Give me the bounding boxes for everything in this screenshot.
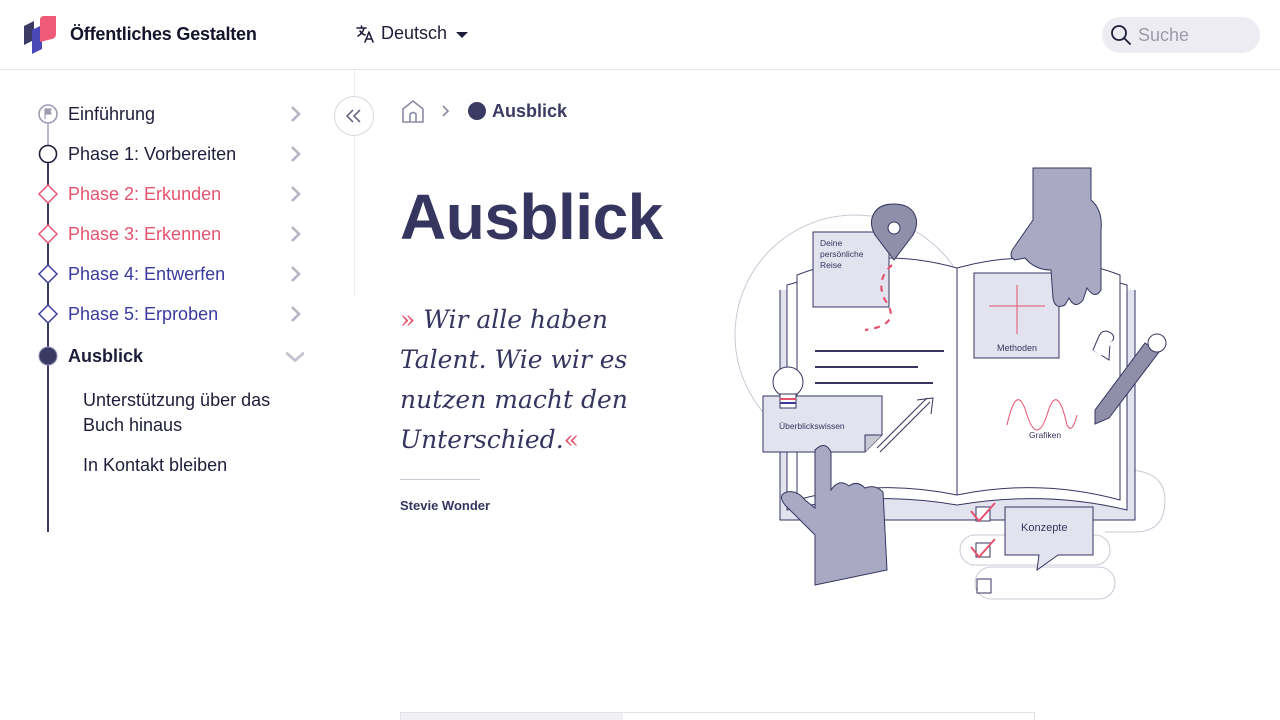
sidebar-item-label: Phase 2: Erkunden xyxy=(68,183,222,204)
concepts-label: Konzepte xyxy=(1021,522,1067,534)
diamond-marker-icon xyxy=(38,224,58,244)
quote-text: Wir alle haben Talent. Wie wir es nutzen… xyxy=(400,305,628,454)
sidebar-item-label: Phase 1: Vorbereiten xyxy=(68,143,237,164)
search-input[interactable] xyxy=(1138,24,1248,46)
breadcrumb-current: Ausblick xyxy=(492,100,568,121)
sidebar-item-label: Einführung xyxy=(68,103,156,124)
caret-down-icon xyxy=(456,32,469,38)
book-illustration: Deine persönliche Reise Methoden Grafike… xyxy=(734,167,1167,600)
diamond-marker-icon xyxy=(38,184,58,204)
sidebar-nav: Einführung Phase 1: Vorbereiten Phase 2:… xyxy=(0,70,355,720)
sidebar-subitem-unterstuetzung[interactable]: Unterstützung über das Buch hinaus xyxy=(83,388,293,438)
collapse-sidebar-button[interactable] xyxy=(334,96,374,136)
chevron-right-icon[interactable] xyxy=(286,105,304,123)
divider xyxy=(400,479,480,480)
home-icon[interactable] xyxy=(400,98,426,124)
brand-logo[interactable] xyxy=(22,16,58,54)
sidebar-item-label: Phase 4: Entwerfen xyxy=(68,263,226,284)
circle-marker-icon xyxy=(38,144,58,164)
chevron-right-icon[interactable] xyxy=(286,185,304,203)
diamond-marker-icon xyxy=(38,264,58,284)
sidebar-subitem-kontakt[interactable]: In Kontakt bleiben xyxy=(83,453,293,478)
chevron-right-icon[interactable] xyxy=(286,305,304,323)
quote-close-mark: « xyxy=(563,425,579,454)
chevron-right-icon xyxy=(442,105,450,117)
sidebar-item-label: Phase 5: Erproben xyxy=(68,303,219,324)
journey-label-2: persönliche xyxy=(820,249,864,259)
chevron-down-icon[interactable] xyxy=(284,346,304,366)
page-title: Ausblick xyxy=(400,181,663,253)
sidebar-item-phase-1[interactable]: Phase 1: Vorbereiten xyxy=(0,134,320,174)
chevron-right-icon[interactable] xyxy=(286,265,304,283)
quote: » Wir alle haben Talent. Wie wir es nutz… xyxy=(400,300,700,460)
language-label: Deutsch xyxy=(381,23,448,43)
sidebar-item-phase-4[interactable]: Phase 4: Entwerfen xyxy=(0,254,320,294)
content-tabs-preview xyxy=(400,712,1035,720)
quote-open-mark: » xyxy=(400,305,416,334)
search-icon xyxy=(1111,25,1131,45)
flag-icon xyxy=(38,104,58,124)
sidebar-item-ausblick[interactable]: Ausblick xyxy=(0,336,320,376)
sidebar-item-einfuehrung[interactable]: Einführung xyxy=(0,94,320,134)
chevron-right-icon[interactable] xyxy=(286,145,304,163)
overview-label: Überblickswissen xyxy=(779,421,845,431)
sidebar-item-label: Phase 3: Erkennen xyxy=(68,223,222,244)
language-selector[interactable]: Deutsch xyxy=(355,23,469,44)
search-box[interactable] xyxy=(1102,17,1260,53)
quote-author: Stevie Wonder xyxy=(400,498,491,513)
filled-circle-marker-icon xyxy=(468,102,486,120)
chevron-right-icon[interactable] xyxy=(286,225,304,243)
sidebar-item-phase-3[interactable]: Phase 3: Erkennen xyxy=(0,214,320,254)
graphics-label: Grafiken xyxy=(1029,430,1061,440)
sidebar-item-phase-2[interactable]: Phase 2: Erkunden xyxy=(0,174,320,214)
top-header: Öffentliches Gestalten Deutsch xyxy=(0,0,1280,70)
methods-label: Methoden xyxy=(997,343,1037,353)
brand-name[interactable]: Öffentliches Gestalten xyxy=(70,24,257,45)
translate-icon xyxy=(356,24,374,43)
diamond-marker-icon xyxy=(38,304,58,324)
breadcrumb: Ausblick xyxy=(400,98,567,124)
filled-circle-marker-icon xyxy=(38,346,58,366)
sidebar-item-phase-5[interactable]: Phase 5: Erproben xyxy=(0,294,320,334)
journey-label-1: Deine xyxy=(820,238,842,248)
sidebar-item-label: Ausblick xyxy=(68,345,144,366)
journey-label-3: Reise xyxy=(820,260,842,270)
double-chevron-left-icon xyxy=(345,109,361,123)
